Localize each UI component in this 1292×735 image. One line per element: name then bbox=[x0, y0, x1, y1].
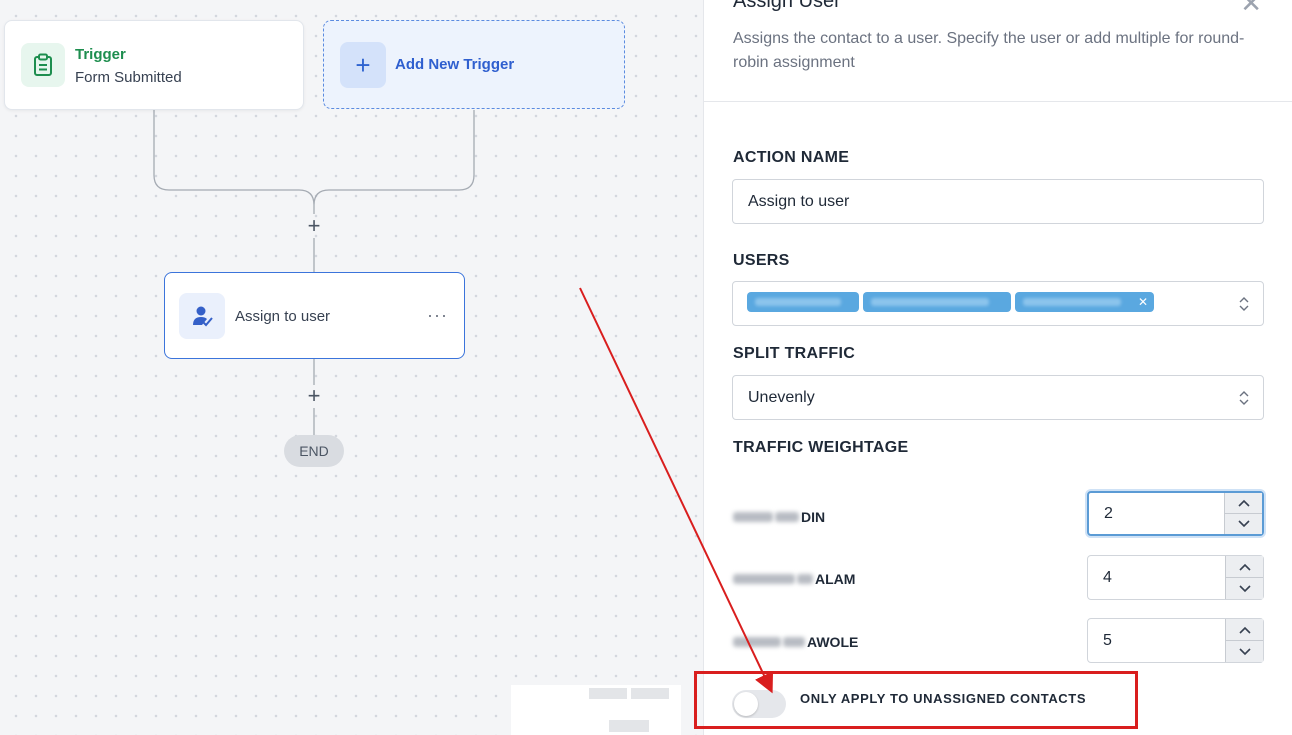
weight-value: 4 bbox=[1103, 568, 1112, 586]
select-arrows-icon bbox=[1239, 390, 1249, 406]
action-name-label: ACTION NAME bbox=[733, 149, 850, 166]
number-spinner[interactable] bbox=[1225, 619, 1263, 662]
assign-user-action-node[interactable]: Assign to user ··· bbox=[164, 272, 465, 359]
weight-input[interactable]: 4 bbox=[1087, 555, 1264, 600]
action-name-input[interactable]: Assign to user bbox=[732, 179, 1264, 224]
more-options-icon[interactable]: ··· bbox=[427, 305, 448, 326]
weight-input[interactable]: 2 bbox=[1087, 491, 1264, 536]
panel-description: Assigns the contact to a user. Specify t… bbox=[733, 30, 1245, 71]
split-traffic-value: Unevenly bbox=[748, 388, 815, 406]
number-spinner[interactable] bbox=[1224, 493, 1262, 534]
increment-icon[interactable] bbox=[1226, 556, 1263, 578]
workflow-canvas[interactable]: Trigger Form Submitted + Add New Trigger… bbox=[0, 0, 703, 735]
clipboard-icon bbox=[21, 43, 65, 87]
remove-chip-icon[interactable]: ✕ bbox=[1138, 295, 1148, 309]
action-node-label: Assign to user bbox=[235, 308, 331, 325]
minimap[interactable] bbox=[511, 685, 681, 735]
weight-user-name: DIN bbox=[733, 509, 825, 525]
user-chip[interactable]: ✕ bbox=[1015, 292, 1154, 312]
weight-user-name: ALAM bbox=[733, 571, 855, 587]
add-new-trigger-button[interactable]: + Add New Trigger bbox=[323, 20, 625, 109]
traffic-weightage-label: TRAFFIC WEIGHTAGE bbox=[733, 439, 909, 456]
user-chip[interactable] bbox=[747, 292, 859, 312]
end-node: END bbox=[284, 435, 344, 467]
panel-title: Assign User bbox=[733, 0, 841, 12]
users-multiselect[interactable]: ✕ bbox=[732, 281, 1264, 326]
decrement-icon[interactable] bbox=[1226, 641, 1263, 662]
trigger-node[interactable]: Trigger Form Submitted bbox=[4, 20, 304, 110]
action-settings-panel: Assign User ✕ Assigns the contact to a u… bbox=[703, 0, 1292, 735]
increment-icon[interactable] bbox=[1225, 493, 1262, 514]
annotation-highlight-box bbox=[694, 671, 1138, 729]
decrement-icon[interactable] bbox=[1226, 578, 1263, 599]
trigger-subtitle: Form Submitted bbox=[75, 69, 182, 86]
users-label: USERS bbox=[733, 252, 790, 269]
split-traffic-label: SPLIT TRAFFIC bbox=[733, 345, 856, 362]
plus-icon: + bbox=[340, 42, 386, 88]
add-step-button[interactable]: + bbox=[304, 385, 324, 407]
increment-icon[interactable] bbox=[1226, 619, 1263, 641]
divider bbox=[704, 101, 1292, 102]
user-chip[interactable] bbox=[863, 292, 1011, 312]
user-check-icon bbox=[179, 293, 225, 339]
select-arrows-icon bbox=[1239, 296, 1249, 312]
weight-user-name: AWOLE bbox=[733, 634, 858, 650]
weight-input[interactable]: 5 bbox=[1087, 618, 1264, 663]
trigger-title: Trigger bbox=[75, 46, 126, 63]
connector-lines bbox=[153, 110, 475, 435]
add-new-trigger-label: Add New Trigger bbox=[395, 56, 515, 73]
split-traffic-select[interactable]: Unevenly bbox=[732, 375, 1264, 420]
close-icon[interactable]: ✕ bbox=[1240, 0, 1262, 19]
add-step-button[interactable]: + bbox=[304, 215, 324, 237]
number-spinner[interactable] bbox=[1225, 556, 1263, 599]
weight-value: 5 bbox=[1103, 631, 1112, 649]
decrement-icon[interactable] bbox=[1225, 514, 1262, 534]
weight-value: 2 bbox=[1104, 504, 1113, 522]
